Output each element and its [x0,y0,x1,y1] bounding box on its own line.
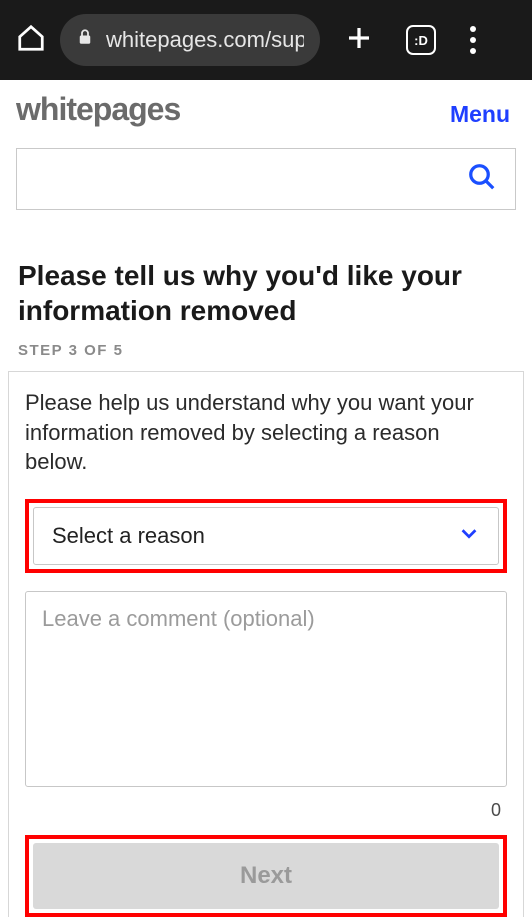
browser-chrome: whitepages.com/supp :D [0,0,532,80]
new-tab-icon[interactable] [344,23,374,58]
site-header: whitepages Menu [0,80,532,138]
site-logo[interactable]: whitepages [16,88,192,141]
home-icon[interactable] [16,23,46,58]
menu-button[interactable]: Menu [450,101,510,128]
select-highlight: Select a reason [25,499,507,573]
step-indicator: STEP 3 OF 5 [18,342,514,359]
search-container [0,138,532,210]
more-menu-icon[interactable] [470,26,476,54]
tabs-icon[interactable]: :D [406,25,436,55]
form-card: Please help us understand why you want y… [8,371,524,917]
lock-icon [76,27,94,53]
next-button-label: Next [240,862,292,890]
title-section: Please tell us why you'd like your infor… [0,210,532,359]
url-text: whitepages.com/supp [106,27,304,53]
next-button[interactable]: Next [33,843,499,909]
comment-field[interactable] [25,591,507,787]
page-title: Please tell us why you'd like your infor… [18,258,514,328]
tabs-count: :D [414,33,428,48]
svg-text:whitepages: whitepages [16,91,180,127]
next-highlight: Next [25,835,507,917]
reason-select[interactable]: Select a reason [33,507,499,565]
search-icon [467,162,497,197]
address-bar[interactable]: whitepages.com/supp [60,14,320,66]
reason-select-label: Select a reason [52,523,205,549]
search-input[interactable] [16,148,516,210]
char-count: 0 [25,800,507,821]
chevron-down-icon [458,522,480,550]
form-intro: Please help us understand why you want y… [25,388,507,477]
